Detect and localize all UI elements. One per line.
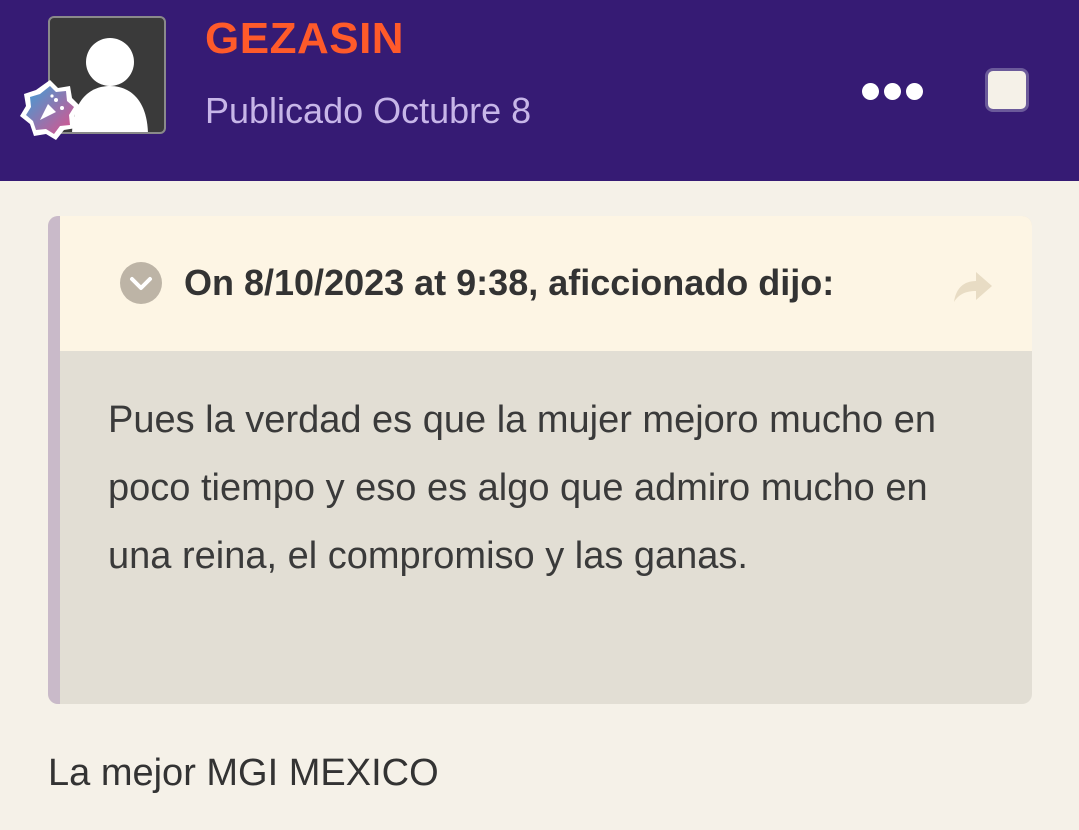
quote-accent-bar [48,216,60,704]
share-arrow-icon[interactable] [952,268,994,304]
dot [884,82,901,100]
dot [862,82,879,100]
quote-body: Pues la verdad es que la mujer mejoro mu… [108,399,937,577]
author-name[interactable]: GEZASIN [205,14,404,64]
quote-block: On 8/10/2023 at 9:38, aficcionado dijo: … [48,216,1032,704]
post-date: Publicado Octubre 8 [205,90,532,131]
quote-citation: On 8/10/2023 at 9:38, aficcionado dijo: [184,262,835,303]
post-content: La mejor MGI MEXICO [48,752,439,794]
quote-header: On 8/10/2023 at 9:38, aficcionado dijo: [60,216,1032,351]
post-header: GEZASIN Publicado Octubre 8 [0,0,1079,181]
celebration-badge-icon[interactable] [18,78,82,142]
chevron-down-icon[interactable] [120,262,162,304]
select-checkbox[interactable] [985,68,1029,112]
more-options-icon[interactable] [862,80,926,102]
dot [906,82,923,100]
